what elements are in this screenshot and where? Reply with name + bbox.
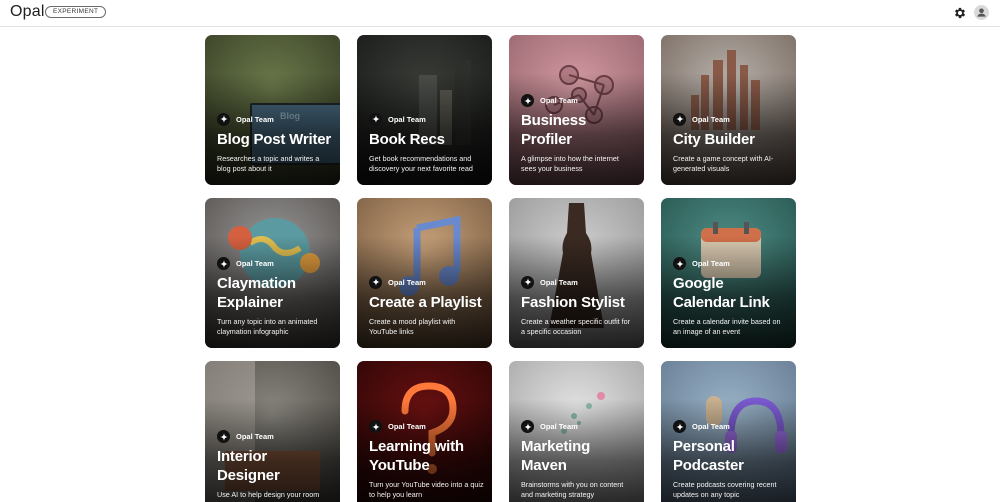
card-author: Opal Team	[236, 432, 274, 441]
opal-gallery-grid: Blog Opal Team Blog Post Writer Research…	[0, 27, 1000, 502]
card-description: Brainstorms with you on content and mark…	[521, 480, 624, 499]
experiment-badge: EXPERIMENT	[45, 6, 107, 18]
card-description: A glimpse into how the internet sees you…	[521, 154, 619, 173]
sparkle-icon	[217, 257, 230, 270]
opal-card[interactable]: Opal Team Interior Designer Use AI to he…	[205, 361, 340, 502]
card-author: Opal Team	[388, 422, 426, 431]
sparkle-icon	[673, 257, 686, 270]
sparkle-icon	[521, 275, 534, 289]
opal-card[interactable]: Opal Team Google Calendar Link Create a …	[661, 198, 796, 348]
app-logo[interactable]: Opal	[10, 3, 45, 21]
card-description: Create a calendar invite based on an ima…	[673, 317, 781, 336]
sparkle-icon	[217, 112, 230, 126]
card-title: Blog Post Writer	[217, 130, 332, 148]
opal-card[interactable]: Opal Team Create a Playlist Create a moo…	[357, 198, 492, 348]
card-description: Create a weather specific outfit for a s…	[521, 317, 631, 336]
opal-card[interactable]: Opal Team Learning with YouTube Turn you…	[357, 361, 492, 502]
card-description: Get book recommendations and discovery y…	[369, 154, 473, 173]
card-author: Opal Team	[540, 422, 578, 431]
card-title: Personal Podcaster	[673, 438, 744, 474]
card-description: Use AI to help design your room	[217, 490, 320, 499]
card-author: Opal Team	[236, 259, 274, 268]
sparkle-icon	[369, 275, 382, 289]
opal-card[interactable]: Blog Opal Team Blog Post Writer Research…	[205, 35, 340, 185]
card-description: Create a game concept with AI-generated …	[673, 154, 774, 173]
card-title: Create a Playlist	[369, 293, 482, 311]
card-description: Researches a topic and writes a blog pos…	[217, 154, 320, 173]
card-author: Opal Team	[388, 277, 426, 287]
card-author: Opal Team	[540, 277, 578, 287]
card-author: Opal Team	[692, 422, 730, 431]
card-title: Google Calendar Link	[673, 275, 770, 311]
card-description: Turn your YouTube video into a quiz to h…	[369, 480, 484, 499]
card-title: Learning with YouTube	[369, 438, 464, 474]
sparkle-icon	[521, 420, 534, 433]
sparkle-icon	[369, 112, 382, 126]
sparkle-icon	[217, 430, 230, 443]
opal-card[interactable]: Opal Team Business Profiler A glimpse in…	[509, 35, 644, 185]
card-title: Fashion Stylist	[521, 293, 625, 311]
sparkle-icon	[369, 420, 382, 433]
card-author: Opal Team	[692, 259, 730, 268]
card-author: Opal Team	[540, 96, 578, 105]
sparkle-icon	[673, 112, 686, 126]
opal-card[interactable]: Opal Team Fashion Stylist Create a weath…	[509, 198, 644, 348]
card-title: Interior Designer	[217, 448, 280, 484]
gear-icon[interactable]	[953, 6, 967, 20]
opal-card[interactable]: Opal Team Claymation Explainer Turn any …	[205, 198, 340, 348]
card-author: Opal Team	[236, 114, 274, 124]
card-description: Create a mood playlist with YouTube link…	[369, 317, 456, 336]
card-description: Create podcasts covering recent updates …	[673, 480, 777, 499]
card-title: City Builder	[673, 130, 755, 148]
opal-card[interactable]: Opal Team Marketing Maven Brainstorms wi…	[509, 361, 644, 502]
card-title: Book Recs	[369, 130, 445, 148]
card-title: Business Profiler	[521, 112, 587, 148]
opal-card[interactable]: Opal Team City Builder Create a game con…	[661, 35, 796, 185]
card-author: Opal Team	[692, 114, 730, 124]
account-icon[interactable]	[974, 5, 989, 20]
card-title: Marketing Maven	[521, 438, 591, 474]
card-description: Turn any topic into an animated claymati…	[217, 317, 318, 336]
sparkle-icon	[521, 94, 534, 107]
card-title: Claymation Explainer	[217, 275, 296, 311]
sparkle-icon	[673, 420, 686, 433]
opal-card[interactable]: Opal Team Personal Podcaster Create podc…	[661, 361, 796, 502]
card-author: Opal Team	[388, 114, 426, 124]
opal-card[interactable]: Opal Team Book Recs Get book recommendat…	[357, 35, 492, 185]
top-bar: Opal EXPERIMENT	[0, 0, 1000, 27]
